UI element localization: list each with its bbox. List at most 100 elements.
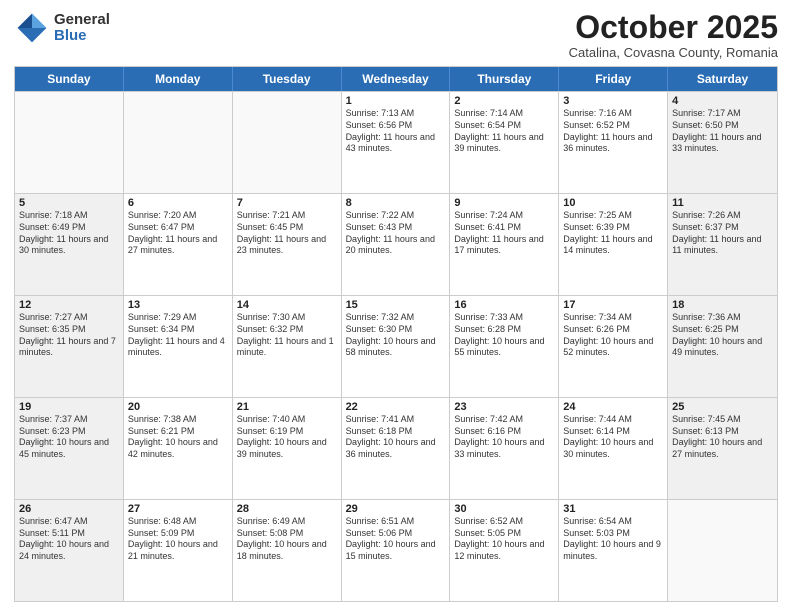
- calendar-cell-5-2: 27Sunrise: 6:48 AM Sunset: 5:09 PM Dayli…: [124, 500, 233, 601]
- calendar-cell-1-7: 4Sunrise: 7:17 AM Sunset: 6:50 PM Daylig…: [668, 92, 777, 193]
- day-number: 30: [454, 503, 554, 515]
- header-day-sunday: Sunday: [15, 67, 124, 91]
- calendar-week-5: 26Sunrise: 6:47 AM Sunset: 5:11 PM Dayli…: [15, 499, 777, 601]
- day-info: Sunrise: 6:49 AM Sunset: 5:08 PM Dayligh…: [237, 516, 337, 563]
- calendar-cell-3-3: 14Sunrise: 7:30 AM Sunset: 6:32 PM Dayli…: [233, 296, 342, 397]
- day-info: Sunrise: 7:32 AM Sunset: 6:30 PM Dayligh…: [346, 312, 446, 359]
- calendar-body: 1Sunrise: 7:13 AM Sunset: 6:56 PM Daylig…: [15, 91, 777, 601]
- day-info: Sunrise: 7:40 AM Sunset: 6:19 PM Dayligh…: [237, 414, 337, 461]
- day-info: Sunrise: 7:29 AM Sunset: 6:34 PM Dayligh…: [128, 312, 228, 359]
- day-info: Sunrise: 6:48 AM Sunset: 5:09 PM Dayligh…: [128, 516, 228, 563]
- day-number: 19: [19, 401, 119, 413]
- day-info: Sunrise: 7:21 AM Sunset: 6:45 PM Dayligh…: [237, 210, 337, 257]
- calendar-cell-4-5: 23Sunrise: 7:42 AM Sunset: 6:16 PM Dayli…: [450, 398, 559, 499]
- calendar-week-3: 12Sunrise: 7:27 AM Sunset: 6:35 PM Dayli…: [15, 295, 777, 397]
- day-number: 20: [128, 401, 228, 413]
- calendar-cell-1-5: 2Sunrise: 7:14 AM Sunset: 6:54 PM Daylig…: [450, 92, 559, 193]
- day-info: Sunrise: 7:25 AM Sunset: 6:39 PM Dayligh…: [563, 210, 663, 257]
- calendar-cell-4-3: 21Sunrise: 7:40 AM Sunset: 6:19 PM Dayli…: [233, 398, 342, 499]
- calendar-cell-2-5: 9Sunrise: 7:24 AM Sunset: 6:41 PM Daylig…: [450, 194, 559, 295]
- day-number: 13: [128, 299, 228, 311]
- day-number: 26: [19, 503, 119, 515]
- calendar-cell-5-5: 30Sunrise: 6:52 AM Sunset: 5:05 PM Dayli…: [450, 500, 559, 601]
- day-info: Sunrise: 6:52 AM Sunset: 5:05 PM Dayligh…: [454, 516, 554, 563]
- day-number: 1: [346, 95, 446, 107]
- day-number: 12: [19, 299, 119, 311]
- header-day-tuesday: Tuesday: [233, 67, 342, 91]
- calendar-cell-4-4: 22Sunrise: 7:41 AM Sunset: 6:18 PM Dayli…: [342, 398, 451, 499]
- calendar-cell-3-2: 13Sunrise: 7:29 AM Sunset: 6:34 PM Dayli…: [124, 296, 233, 397]
- calendar-cell-4-6: 24Sunrise: 7:44 AM Sunset: 6:14 PM Dayli…: [559, 398, 668, 499]
- calendar-header-row: SundayMondayTuesdayWednesdayThursdayFrid…: [15, 67, 777, 91]
- calendar-cell-3-7: 18Sunrise: 7:36 AM Sunset: 6:25 PM Dayli…: [668, 296, 777, 397]
- calendar-cell-2-3: 7Sunrise: 7:21 AM Sunset: 6:45 PM Daylig…: [233, 194, 342, 295]
- day-number: 22: [346, 401, 446, 413]
- day-info: Sunrise: 7:30 AM Sunset: 6:32 PM Dayligh…: [237, 312, 337, 359]
- day-info: Sunrise: 7:17 AM Sunset: 6:50 PM Dayligh…: [672, 108, 773, 155]
- calendar-cell-1-3: [233, 92, 342, 193]
- header-day-friday: Friday: [559, 67, 668, 91]
- calendar-cell-1-6: 3Sunrise: 7:16 AM Sunset: 6:52 PM Daylig…: [559, 92, 668, 193]
- day-info: Sunrise: 7:20 AM Sunset: 6:47 PM Dayligh…: [128, 210, 228, 257]
- day-number: 16: [454, 299, 554, 311]
- calendar-cell-3-1: 12Sunrise: 7:27 AM Sunset: 6:35 PM Dayli…: [15, 296, 124, 397]
- day-number: 6: [128, 197, 228, 209]
- page: General Blue October 2025 Catalina, Cova…: [0, 0, 792, 612]
- day-info: Sunrise: 6:54 AM Sunset: 5:03 PM Dayligh…: [563, 516, 663, 563]
- day-info: Sunrise: 7:36 AM Sunset: 6:25 PM Dayligh…: [672, 312, 773, 359]
- day-number: 4: [672, 95, 773, 107]
- day-number: 9: [454, 197, 554, 209]
- day-info: Sunrise: 7:38 AM Sunset: 6:21 PM Dayligh…: [128, 414, 228, 461]
- day-info: Sunrise: 7:14 AM Sunset: 6:54 PM Dayligh…: [454, 108, 554, 155]
- calendar-cell-2-4: 8Sunrise: 7:22 AM Sunset: 6:43 PM Daylig…: [342, 194, 451, 295]
- day-info: Sunrise: 7:27 AM Sunset: 6:35 PM Dayligh…: [19, 312, 119, 359]
- day-number: 28: [237, 503, 337, 515]
- calendar-cell-2-1: 5Sunrise: 7:18 AM Sunset: 6:49 PM Daylig…: [15, 194, 124, 295]
- day-number: 14: [237, 299, 337, 311]
- day-info: Sunrise: 7:41 AM Sunset: 6:18 PM Dayligh…: [346, 414, 446, 461]
- day-number: 27: [128, 503, 228, 515]
- day-number: 18: [672, 299, 773, 311]
- logo-general-text: General: [54, 12, 110, 29]
- day-info: Sunrise: 7:13 AM Sunset: 6:56 PM Dayligh…: [346, 108, 446, 155]
- header: General Blue October 2025 Catalina, Cova…: [14, 10, 778, 60]
- day-number: 29: [346, 503, 446, 515]
- calendar-cell-2-2: 6Sunrise: 7:20 AM Sunset: 6:47 PM Daylig…: [124, 194, 233, 295]
- day-info: Sunrise: 7:24 AM Sunset: 6:41 PM Dayligh…: [454, 210, 554, 257]
- logo-text: General Blue: [54, 12, 110, 45]
- calendar-cell-4-2: 20Sunrise: 7:38 AM Sunset: 6:21 PM Dayli…: [124, 398, 233, 499]
- calendar-cell-5-4: 29Sunrise: 6:51 AM Sunset: 5:06 PM Dayli…: [342, 500, 451, 601]
- day-number: 21: [237, 401, 337, 413]
- calendar: SundayMondayTuesdayWednesdayThursdayFrid…: [14, 66, 778, 602]
- calendar-cell-1-2: [124, 92, 233, 193]
- header-day-thursday: Thursday: [450, 67, 559, 91]
- day-number: 10: [563, 197, 663, 209]
- calendar-cell-2-7: 11Sunrise: 7:26 AM Sunset: 6:37 PM Dayli…: [668, 194, 777, 295]
- day-number: 15: [346, 299, 446, 311]
- calendar-cell-3-5: 16Sunrise: 7:33 AM Sunset: 6:28 PM Dayli…: [450, 296, 559, 397]
- day-info: Sunrise: 6:47 AM Sunset: 5:11 PM Dayligh…: [19, 516, 119, 563]
- location: Catalina, Covasna County, Romania: [569, 45, 778, 60]
- calendar-cell-1-1: [15, 92, 124, 193]
- day-number: 25: [672, 401, 773, 413]
- logo-blue-text: Blue: [54, 28, 110, 45]
- day-number: 17: [563, 299, 663, 311]
- day-info: Sunrise: 7:18 AM Sunset: 6:49 PM Dayligh…: [19, 210, 119, 257]
- day-info: Sunrise: 7:45 AM Sunset: 6:13 PM Dayligh…: [672, 414, 773, 461]
- calendar-cell-3-4: 15Sunrise: 7:32 AM Sunset: 6:30 PM Dayli…: [342, 296, 451, 397]
- header-day-saturday: Saturday: [668, 67, 777, 91]
- calendar-cell-5-7: [668, 500, 777, 601]
- day-number: 11: [672, 197, 773, 209]
- calendar-cell-4-1: 19Sunrise: 7:37 AM Sunset: 6:23 PM Dayli…: [15, 398, 124, 499]
- day-number: 23: [454, 401, 554, 413]
- calendar-cell-5-6: 31Sunrise: 6:54 AM Sunset: 5:03 PM Dayli…: [559, 500, 668, 601]
- day-info: Sunrise: 7:44 AM Sunset: 6:14 PM Dayligh…: [563, 414, 663, 461]
- header-day-wednesday: Wednesday: [342, 67, 451, 91]
- title-block: October 2025 Catalina, Covasna County, R…: [569, 10, 778, 60]
- calendar-cell-2-6: 10Sunrise: 7:25 AM Sunset: 6:39 PM Dayli…: [559, 194, 668, 295]
- day-number: 8: [346, 197, 446, 209]
- day-number: 24: [563, 401, 663, 413]
- calendar-cell-5-3: 28Sunrise: 6:49 AM Sunset: 5:08 PM Dayli…: [233, 500, 342, 601]
- calendar-cell-3-6: 17Sunrise: 7:34 AM Sunset: 6:26 PM Dayli…: [559, 296, 668, 397]
- day-number: 31: [563, 503, 663, 515]
